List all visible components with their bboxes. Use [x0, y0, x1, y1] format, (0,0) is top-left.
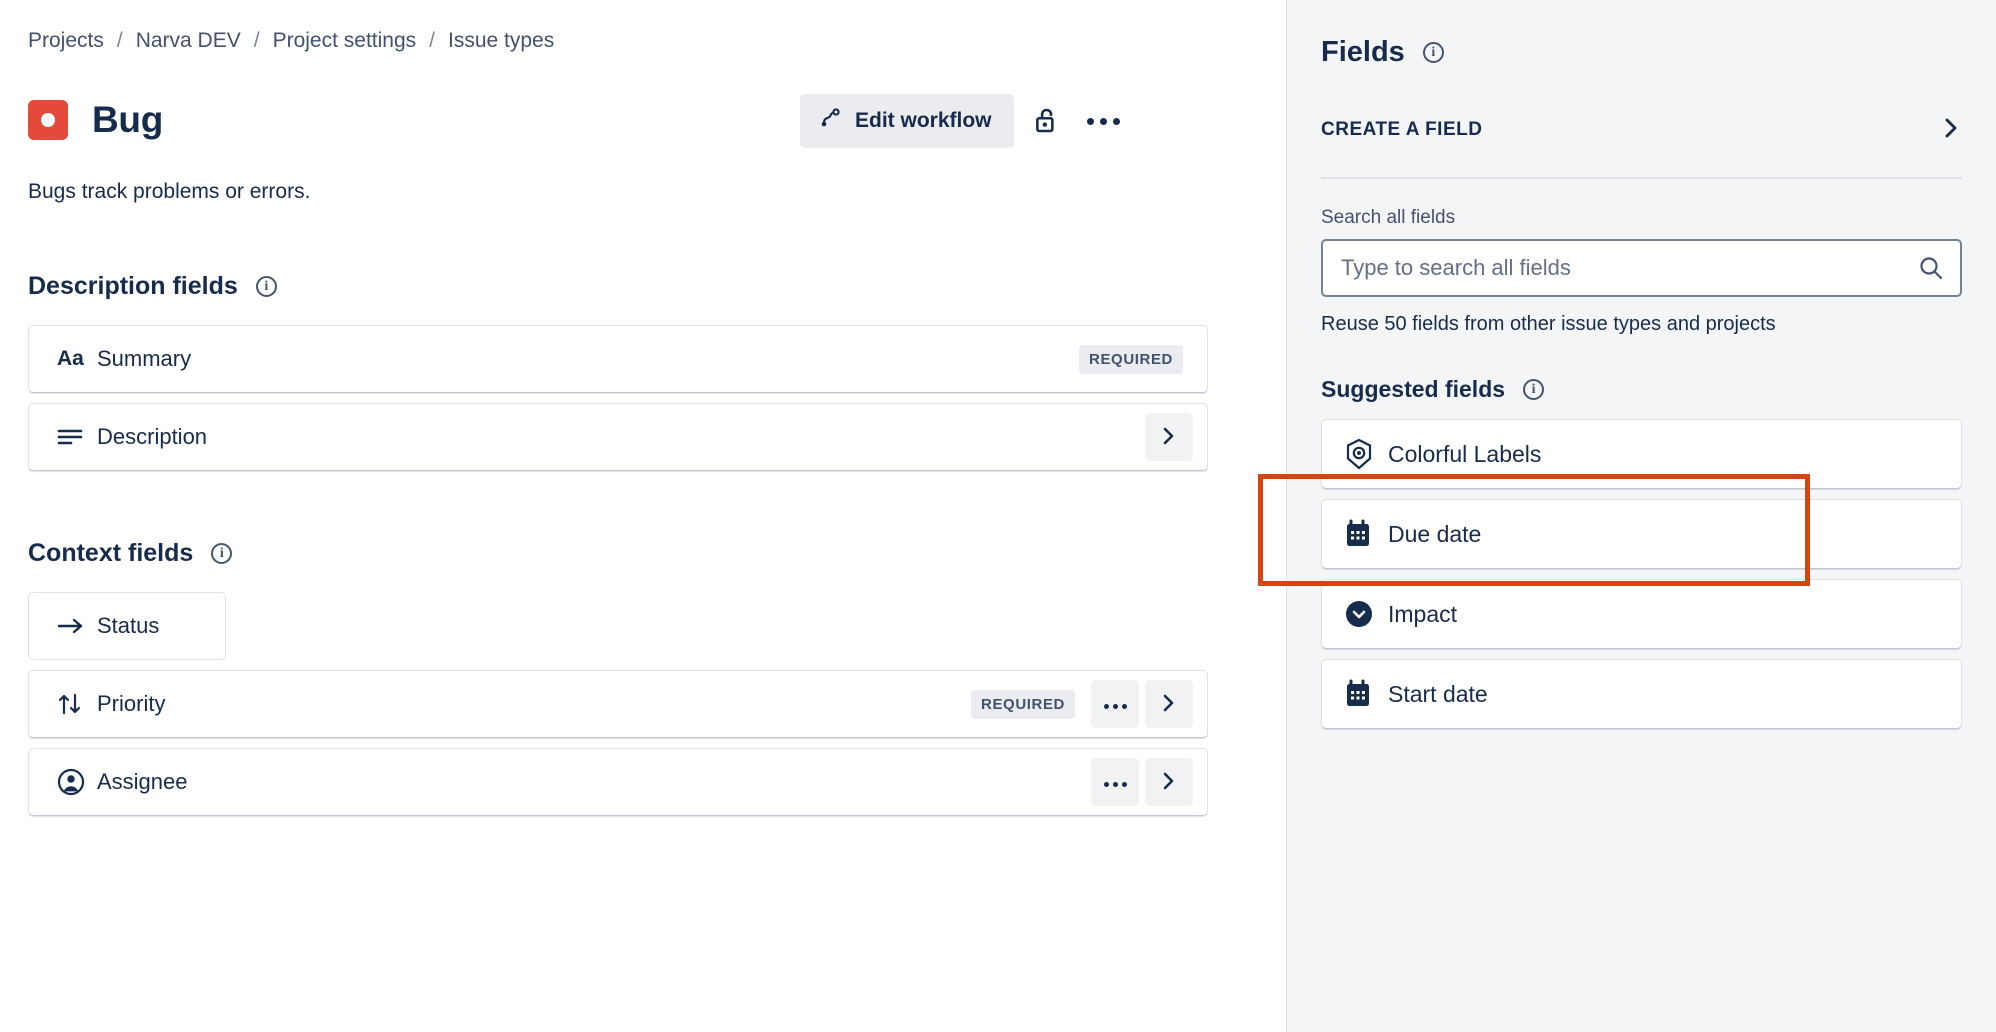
page-title-row: Bug Edit workflow	[28, 92, 1286, 148]
description-fields-section: Description fields i Aa Summary REQUIRED	[28, 272, 1286, 471]
more-actions-button[interactable]	[1078, 96, 1130, 146]
reuse-fields-note: Reuse 50 fields from other issue types a…	[1321, 313, 1962, 336]
field-row-assignee[interactable]: Assignee	[28, 748, 1208, 816]
calendar-icon	[1344, 679, 1388, 709]
create-a-field-label: CREATE A FIELD	[1321, 119, 1482, 141]
chevron-right-icon	[1940, 115, 1962, 146]
suggested-field-label: Start date	[1388, 681, 1488, 708]
suggested-field-label: Colorful Labels	[1388, 441, 1541, 468]
edit-workflow-label: Edit workflow	[855, 109, 992, 133]
chevron-right-icon	[1160, 692, 1178, 717]
text-aa-icon: Aa	[57, 347, 91, 371]
field-label: Status	[97, 613, 159, 639]
expand-field-button[interactable]	[1145, 680, 1193, 728]
breadcrumb-item-narva-dev[interactable]: Narva DEV	[136, 29, 241, 53]
field-label: Summary	[97, 346, 191, 372]
description-fields-header: Description fields i	[28, 272, 1286, 301]
suggested-fields-header: Suggested fields i	[1321, 376, 1962, 403]
search-icon[interactable]	[1918, 255, 1944, 286]
breadcrumb-separator: /	[117, 29, 123, 53]
priority-updown-icon	[57, 692, 91, 716]
context-fields-title: Context fields	[28, 539, 193, 568]
breadcrumb-item-projects[interactable]: Projects	[28, 29, 104, 53]
search-all-fields-wrapper	[1321, 239, 1962, 297]
arrow-right-icon	[57, 616, 91, 636]
context-fields-header: Context fields i	[28, 539, 1286, 568]
breadcrumb: Projects / Narva DEV / Project settings …	[28, 26, 1286, 56]
info-icon[interactable]: i	[1523, 379, 1544, 400]
chevron-right-icon	[1160, 425, 1178, 450]
field-row-status[interactable]: Status	[28, 592, 226, 660]
more-actions-icon	[1084, 118, 1123, 125]
workflow-branch-icon	[818, 106, 842, 136]
paragraph-lines-icon	[57, 427, 91, 447]
calendar-icon	[1344, 519, 1388, 549]
create-a-field-button[interactable]: CREATE A FIELD	[1321, 113, 1962, 147]
edit-workflow-button[interactable]: Edit workflow	[800, 94, 1014, 148]
field-row-description[interactable]: Description	[28, 403, 1208, 471]
title-actions: Edit workflow	[800, 94, 1130, 148]
person-avatar-icon	[57, 768, 91, 796]
suggested-fields-list: Colorful Labels Due date	[1321, 419, 1962, 729]
field-label: Priority	[97, 691, 165, 717]
hexagon-target-icon	[1344, 438, 1388, 470]
chevron-right-icon	[1160, 770, 1178, 795]
field-label: Description	[97, 424, 207, 450]
suggested-field-label: Due date	[1388, 521, 1481, 548]
fields-panel-title: Fields	[1321, 36, 1405, 69]
lock-toggle-button[interactable]	[1020, 96, 1072, 146]
info-icon[interactable]: i	[211, 543, 232, 564]
suggested-field-due-date[interactable]: Due date	[1321, 499, 1962, 569]
field-more-actions-button[interactable]	[1091, 758, 1139, 806]
field-row-priority[interactable]: Priority REQUIRED	[28, 670, 1208, 738]
status-badge: REQUIRED	[971, 690, 1075, 719]
suggested-field-label: Impact	[1388, 601, 1457, 628]
select-chevron-circle-icon	[1344, 599, 1388, 629]
bug-icon-dot	[41, 113, 55, 127]
issue-type-description: Bugs track problems or errors.	[28, 180, 1286, 204]
description-fields-title: Description fields	[28, 272, 238, 301]
search-all-fields-label: Search all fields	[1321, 207, 1962, 229]
panel-divider	[1321, 177, 1962, 179]
suggested-fields-title: Suggested fields	[1321, 376, 1505, 403]
suggested-field-colorful-labels[interactable]: Colorful Labels	[1321, 419, 1962, 489]
expand-field-button[interactable]	[1145, 413, 1193, 461]
suggested-field-start-date[interactable]: Start date	[1321, 659, 1962, 729]
issue-type-config-page: Projects / Narva DEV / Project settings …	[0, 0, 1996, 1032]
search-input[interactable]	[1321, 239, 1962, 297]
more-actions-icon	[1102, 775, 1129, 790]
more-actions-icon	[1102, 697, 1129, 712]
suggested-field-impact[interactable]: Impact	[1321, 579, 1962, 649]
breadcrumb-separator: /	[254, 29, 260, 53]
unlocked-padlock-icon	[1032, 105, 1060, 138]
breadcrumb-separator: /	[429, 29, 435, 53]
info-icon[interactable]: i	[256, 276, 277, 297]
main-content: Projects / Narva DEV / Project settings …	[0, 0, 1286, 1032]
info-icon[interactable]: i	[1423, 42, 1444, 63]
breadcrumb-item-project-settings[interactable]: Project settings	[273, 29, 417, 53]
description-fields-list: Aa Summary REQUIRED Description	[28, 325, 1286, 471]
page-title: Bug	[92, 99, 163, 141]
fields-panel: Fields i CREATE A FIELD Search all field…	[1286, 0, 1996, 1032]
field-row-summary[interactable]: Aa Summary REQUIRED	[28, 325, 1208, 393]
field-label: Assignee	[97, 769, 188, 795]
context-fields-section: Context fields i Status	[28, 539, 1286, 816]
fields-panel-header: Fields i	[1321, 36, 1962, 69]
status-badge: REQUIRED	[1079, 345, 1183, 374]
bug-issue-type-icon	[28, 100, 68, 140]
expand-field-button[interactable]	[1145, 758, 1193, 806]
context-fields-list: Status Priority REQUIRED	[28, 592, 1286, 816]
breadcrumb-item-issue-types[interactable]: Issue types	[448, 29, 554, 53]
field-more-actions-button[interactable]	[1091, 680, 1139, 728]
